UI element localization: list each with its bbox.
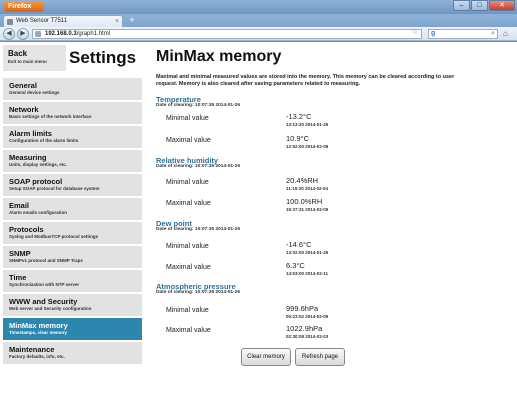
site-identity-icon (35, 31, 41, 37)
tab-title: Web Sensor T7511 (16, 18, 68, 24)
refresh-page-button[interactable]: Refresh page (295, 348, 345, 366)
section-clear-date: Date of clearing: 10:07:35 2014-01-26 (156, 103, 240, 108)
max-value: 1022.9hPa (286, 324, 323, 333)
sidebar-item-title: Alarm limits (9, 129, 52, 138)
min-timestamp: 11:15:20 2014-02-04 (286, 186, 329, 191)
bookmark-star-icon[interactable]: ☆ (412, 29, 418, 37)
back-arrow-icon[interactable]: ◀ (3, 28, 15, 40)
sidebar-item-time[interactable]: Time Synchronization with NTP server (3, 270, 142, 292)
sidebar-item-sub: Alarm emails configuration (9, 210, 68, 215)
back-button-label: Back (8, 49, 28, 58)
sidebar-item-www-security[interactable]: WWW and Security Web server and Security… (3, 294, 142, 316)
page-content: Back Exit to main menu Settings General … (0, 42, 517, 402)
min-timestamp: 13:02:00 2014-01-26 (286, 250, 329, 255)
min-label: Minimal value (166, 307, 209, 314)
window-titlebar: Firefox – □ ✕ (0, 0, 517, 14)
sidebar-item-sub: Configuration of the alarm limits (9, 138, 79, 143)
sidebar-item-sub: General device settings (9, 90, 60, 95)
navigation-bar: ◀ ▶ 192.168.0.3/graph1.html ☆ g ⌕ ⌂ (0, 27, 517, 41)
magnifier-icon[interactable]: ⌕ (491, 30, 495, 38)
sidebar-item-measuring[interactable]: Measuring Units, display settings, etc. (3, 150, 142, 172)
firefox-menu-button[interactable]: Firefox (4, 1, 44, 12)
min-label: Minimal value (166, 179, 209, 186)
back-button-sub: Exit to main menu (8, 59, 47, 64)
sidebar-item-title: SOAP protocol (9, 177, 63, 186)
max-timestamp: 15:37:31 2014-02-09 (286, 207, 329, 212)
min-label: Minimal value (166, 115, 209, 122)
intro-text: Maximal and minimal measured values are … (156, 74, 455, 87)
sidebar-item-title: SNMP (9, 249, 31, 258)
max-timestamp: 02:30:08 2014-02-03 (286, 334, 329, 339)
tab-close-icon[interactable]: × (115, 16, 119, 27)
sidebar-item-title: Protocols (9, 225, 44, 234)
sidebar-item-title: Email (9, 201, 30, 210)
sidebar-item-sub: Basic settings of the network interface (9, 114, 92, 119)
max-timestamp: 12:52:00 2014-02-08 (286, 144, 329, 149)
back-button[interactable]: Back Exit to main menu (3, 45, 66, 71)
url-path: /graph1.html (76, 31, 111, 37)
sidebar-item-network[interactable]: Network Basic settings of the network in… (3, 102, 142, 124)
min-timestamp: 13:13:20 2014-01-26 (286, 122, 329, 127)
maximize-icon[interactable]: □ (471, 0, 488, 11)
settings-heading: Settings (69, 48, 137, 67)
url-host: 192.168.0.3 (45, 31, 77, 37)
max-label: Maximal value (166, 264, 211, 271)
section-clear-date: Date of clearing: 10:07:35 2014-01-26 (156, 164, 240, 169)
min-value: -13.2°C (286, 112, 312, 121)
sidebar-item-sub: Factory defaults, info, etc. (9, 354, 65, 359)
forward-arrow-icon[interactable]: ▶ (17, 28, 29, 40)
sidebar-item-alarm-limits[interactable]: Alarm limits Configuration of the alarm … (3, 126, 142, 148)
max-value: 100.0%RH (286, 197, 323, 206)
sidebar-item-title: MinMax memory (9, 321, 68, 330)
tab-strip: Web Sensor T7511 × + (0, 14, 517, 27)
sidebar-item-title: Time (9, 273, 27, 282)
search-engine-icon[interactable]: g (431, 30, 435, 38)
minimize-icon[interactable]: – (453, 0, 470, 11)
page-favicon-icon (7, 19, 13, 25)
section-clear-date: Date of clearing: 10:07:35 2014-01-26 (156, 290, 240, 295)
sidebar-item-sub: SNMPv1 protocol and SNMP Traps (9, 258, 83, 263)
max-timestamp: 14:53:00 2014-02-11 (286, 271, 329, 276)
min-value: 999.6hPa (286, 304, 319, 313)
search-input[interactable]: g ⌕ (428, 29, 498, 39)
sidebar-item-email[interactable]: Email Alarm emails configuration (3, 198, 142, 220)
browser-tab[interactable]: Web Sensor T7511 × (3, 15, 123, 27)
section-clear-date: Date of clearing: 10:07:35 2014-01-26 (156, 227, 240, 232)
sidebar-item-title: WWW and Security (9, 297, 78, 306)
max-value: 10.9°C (286, 134, 310, 143)
sidebar-item-soap-protocol[interactable]: SOAP protocol Setup SOAP protocol for da… (3, 174, 142, 196)
sidebar-item-sub: Setup SOAP protocol for database system (9, 186, 100, 191)
sidebar-item-title: Measuring (9, 153, 47, 162)
sidebar-item-general[interactable]: General General device settings (3, 78, 142, 100)
sidebar-item-maintenance[interactable]: Maintenance Factory defaults, info, etc. (3, 342, 142, 364)
sidebar-item-title: Network (9, 105, 39, 114)
page-title: MinMax memory (156, 48, 282, 65)
min-value: 20.4%RH (286, 176, 319, 185)
sidebar-item-sub: Syslog and ModbusTCP protocol settings (9, 234, 99, 239)
min-value: -14.6°C (286, 240, 312, 249)
max-label: Maximal value (166, 327, 211, 334)
address-bar[interactable]: 192.168.0.3/graph1.html ☆ (32, 29, 422, 39)
home-icon[interactable]: ⌂ (503, 29, 508, 38)
max-value: 6.3°C (286, 261, 305, 270)
max-label: Maximal value (166, 200, 211, 207)
clear-memory-button[interactable]: Clear memory (241, 348, 291, 366)
sidebar-item-sub: Timestamps, clear memory (9, 330, 67, 335)
sidebar-item-snmp[interactable]: SNMP SNMPv1 protocol and SNMP Traps (3, 246, 142, 268)
min-timestamp: 00:23:52 2014-02-09 (286, 314, 329, 319)
new-tab-icon[interactable]: + (126, 16, 138, 26)
sidebar-item-sub: Web server and Security configuration (9, 306, 92, 311)
sidebar-item-sub: Units, display settings, etc. (9, 162, 68, 167)
sidebar-item-sub: Synchronization with NTP server (9, 282, 80, 287)
sidebar-item-title: General (9, 81, 37, 90)
min-label: Minimal value (166, 243, 209, 250)
window-controls: – □ ✕ (453, 0, 515, 12)
sidebar-item-minmax-memory[interactable]: MinMax memory Timestamps, clear memory (3, 318, 142, 340)
close-icon[interactable]: ✕ (489, 0, 515, 11)
max-label: Maximal value (166, 137, 211, 144)
sidebar-item-title: Maintenance (9, 345, 55, 354)
sidebar-item-protocols[interactable]: Protocols Syslog and ModbusTCP protocol … (3, 222, 142, 244)
